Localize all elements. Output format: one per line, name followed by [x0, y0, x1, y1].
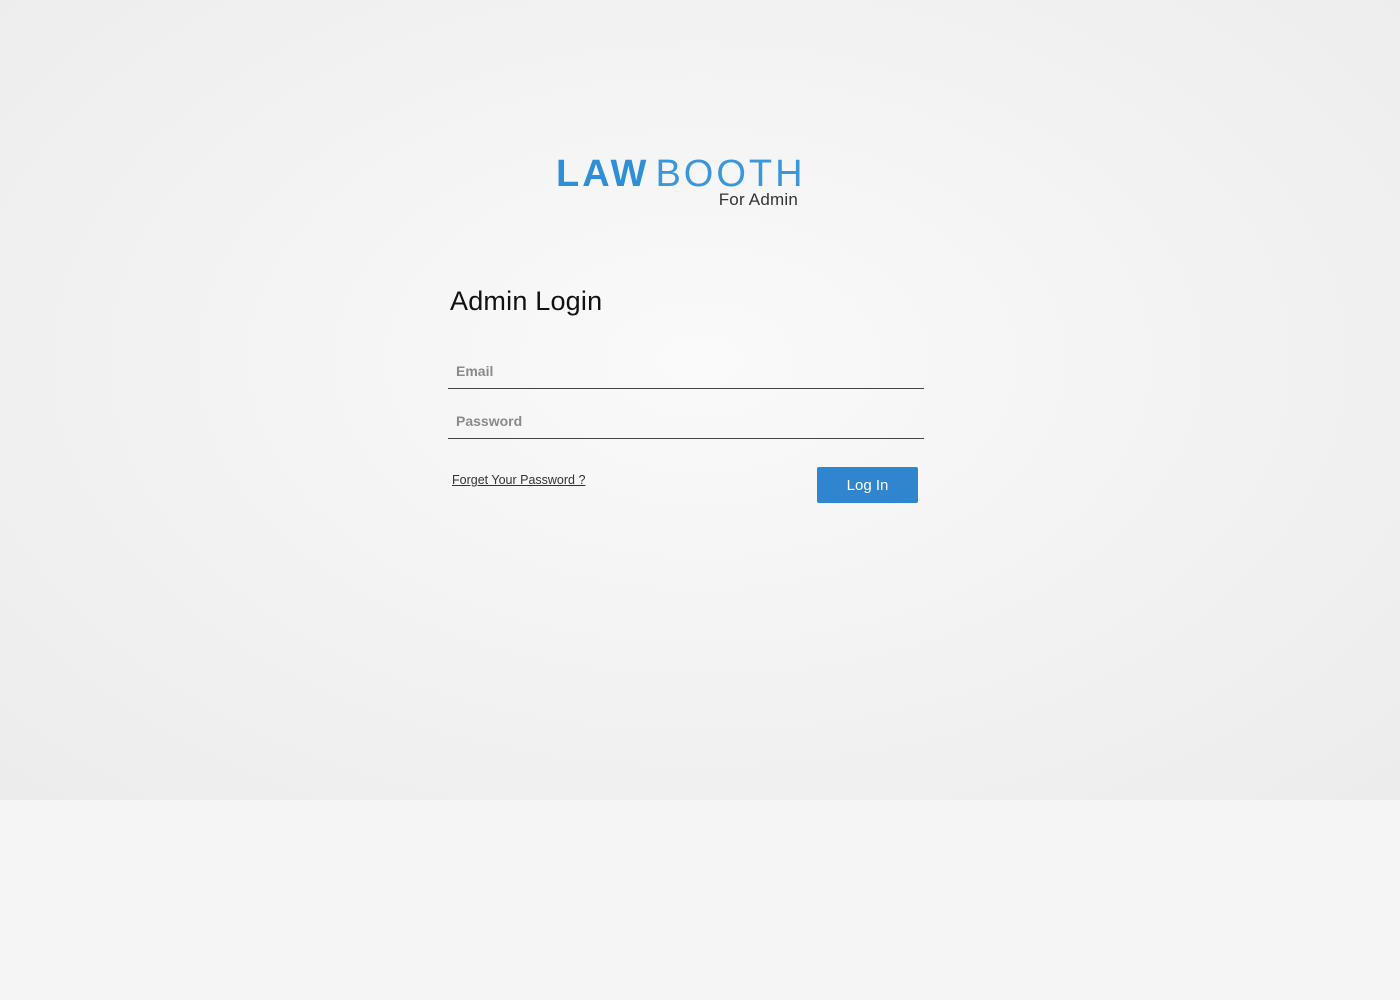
email-field[interactable] [448, 353, 924, 389]
lawbooth-logo: LAW BOOTH For Admin [556, 150, 806, 220]
logo-tagline: For Admin [718, 190, 798, 209]
page-title: Admin Login [450, 286, 603, 316]
logo-law-text: LAW [556, 153, 650, 195]
forgot-password-link[interactable]: Forget Your Password ? [452, 473, 585, 487]
login-page: LAWBOOTH For Admin Admin Login Forget Yo… [0, 0, 1400, 1000]
password-field[interactable] [448, 403, 924, 439]
login-button[interactable]: Log In [817, 467, 918, 503]
hero-background: LAWBOOTH For Admin Admin Login Forget Yo… [0, 0, 1400, 800]
logo-booth-text: BOOTH [655, 153, 806, 195]
